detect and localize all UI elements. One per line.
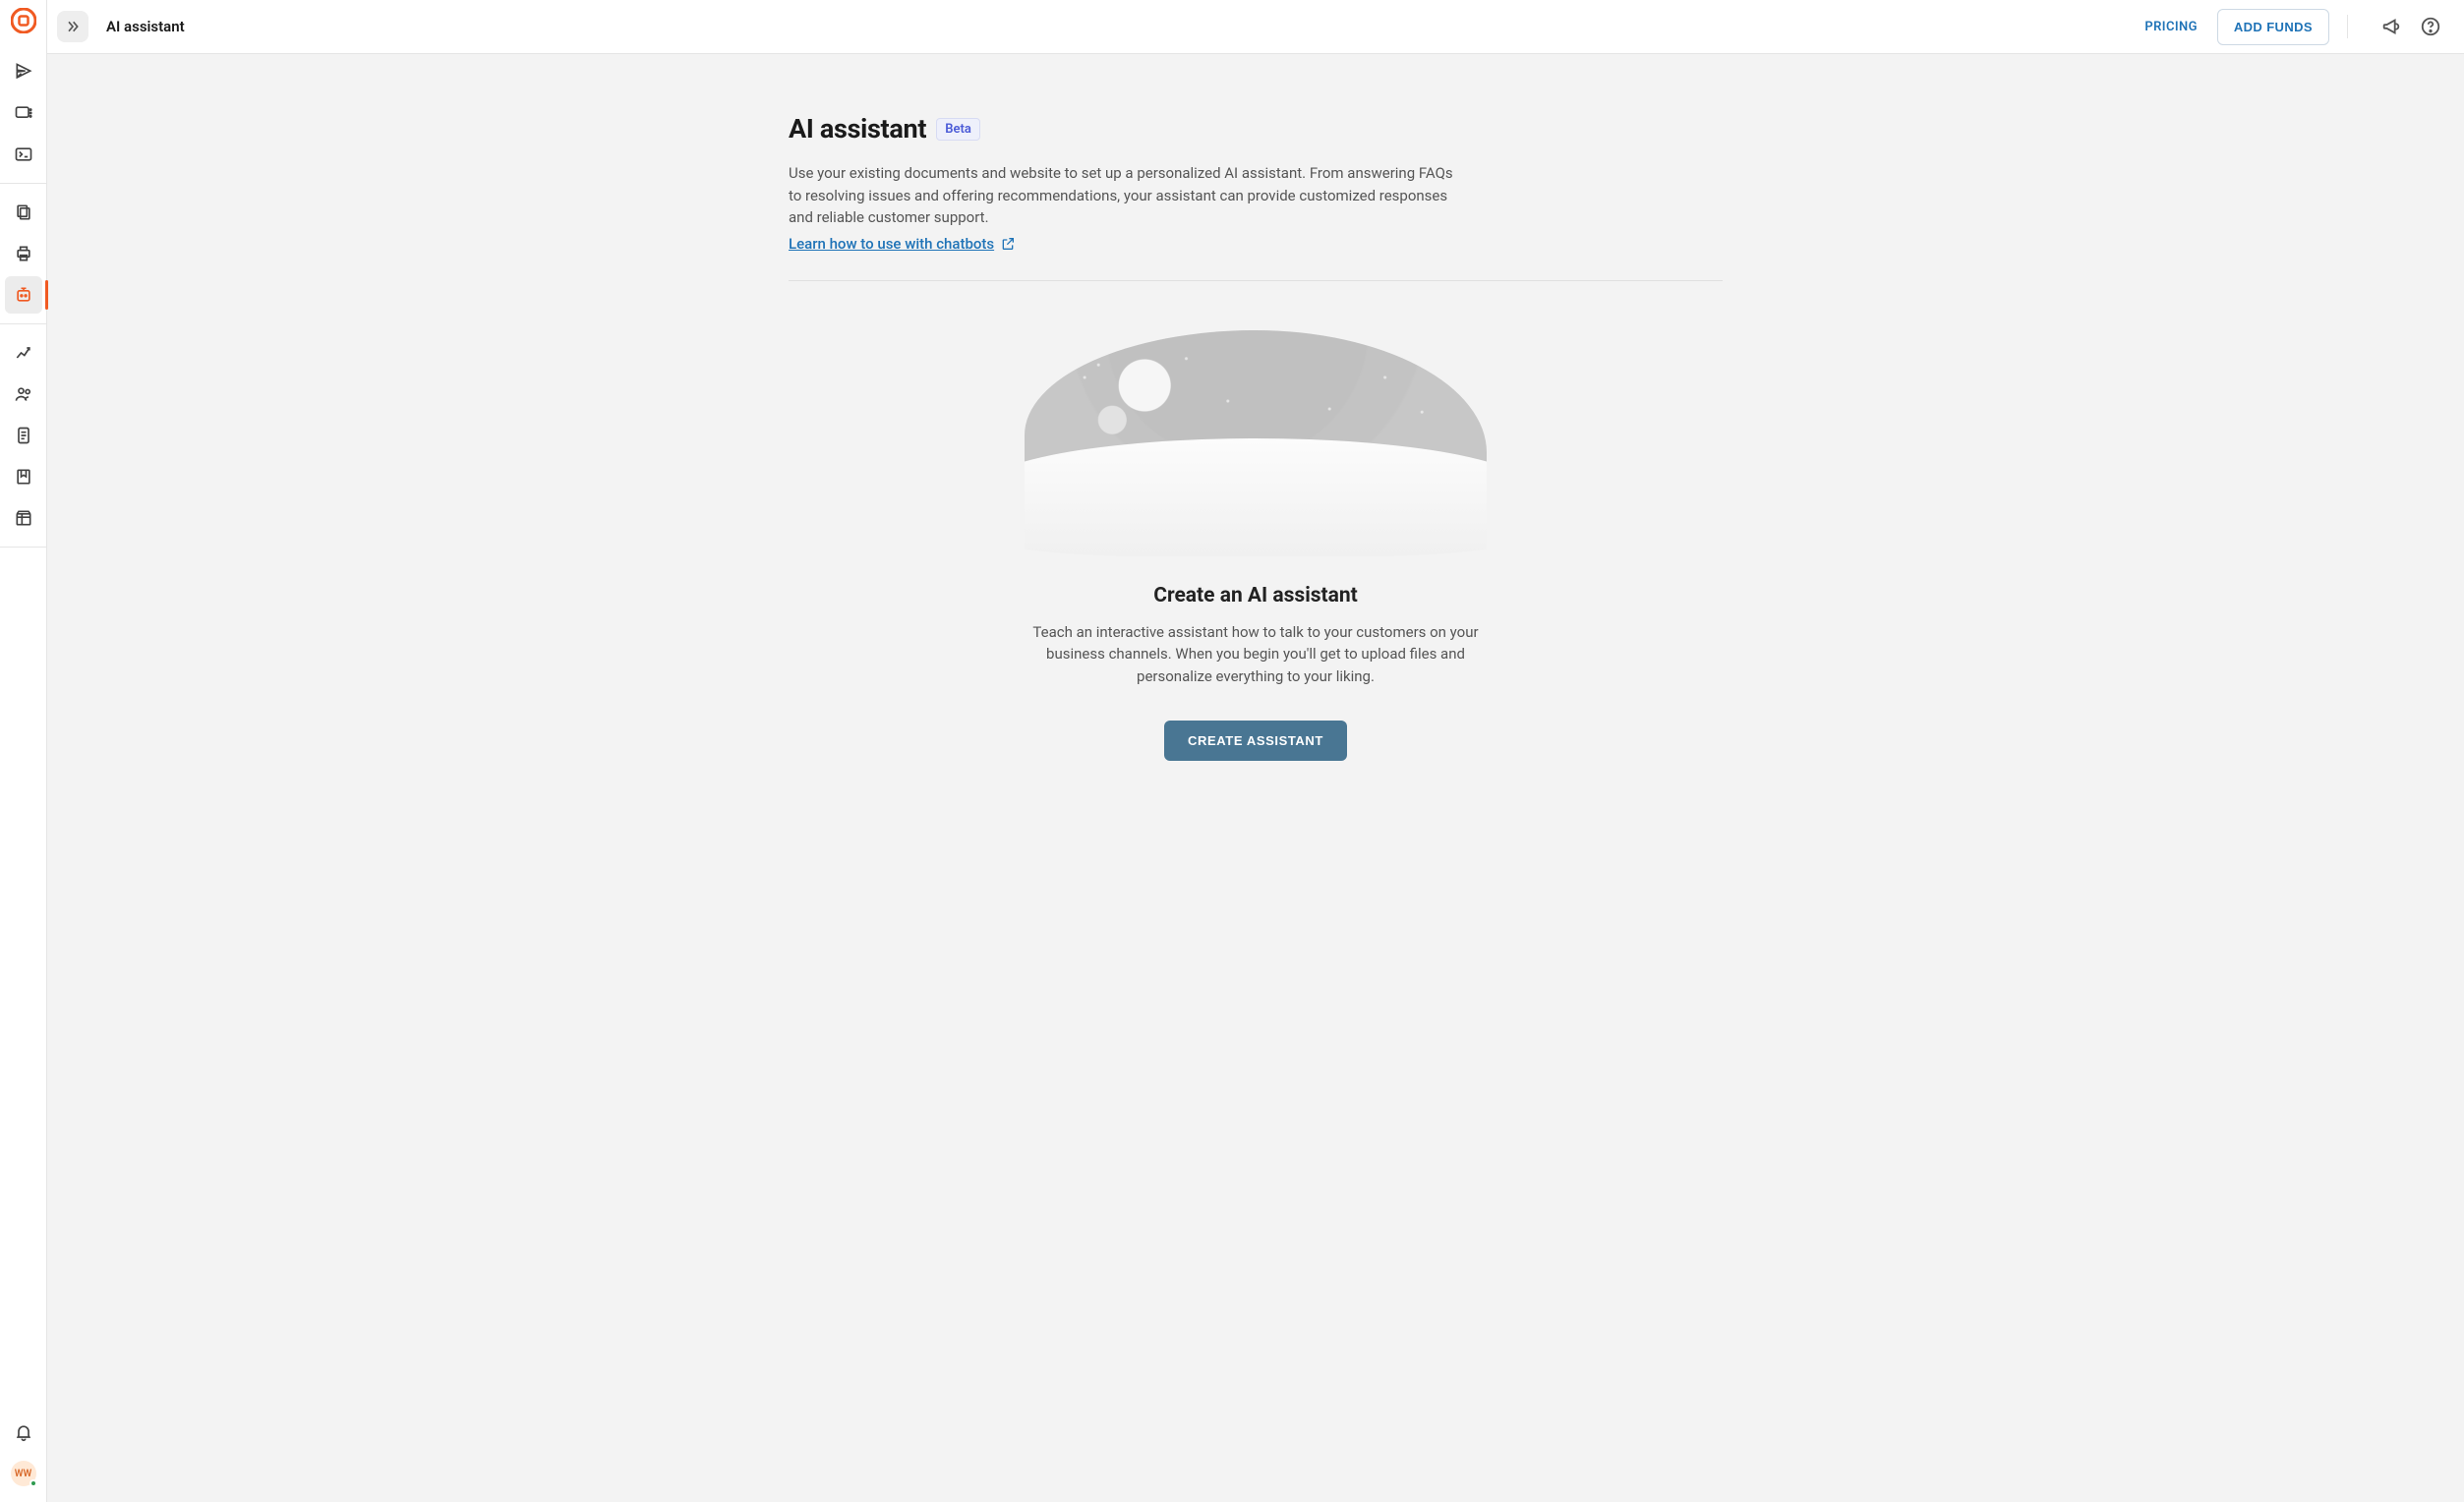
header: AI assistant PRICING ADD FUNDS	[47, 0, 2464, 54]
content-divider	[789, 280, 1723, 281]
app-logo[interactable]	[11, 8, 36, 33]
add-funds-button[interactable]: ADD FUNDS	[2217, 9, 2329, 45]
announcements-button[interactable]	[2377, 13, 2405, 40]
pricing-link[interactable]: PRICING	[2131, 10, 2210, 44]
sidebar-item-print[interactable]	[5, 235, 42, 272]
user-avatar[interactable]: WW	[11, 1461, 36, 1486]
help-circle-icon	[2420, 16, 2441, 37]
avatar-initials: WW	[15, 1469, 32, 1479]
external-link-icon	[1000, 236, 1016, 252]
sidebar-item-team[interactable]	[5, 376, 42, 413]
sidebar-item-inbox[interactable]	[5, 94, 42, 132]
sidebar-item-bookmark[interactable]	[5, 458, 42, 495]
sidebar-item-grid[interactable]	[5, 499, 42, 537]
header-separator	[2347, 15, 2348, 38]
empty-state-description: Teach an interactive assistant how to ta…	[1029, 621, 1482, 688]
sidebar-item-document[interactable]	[5, 417, 42, 454]
help-button[interactable]	[2417, 13, 2444, 40]
sidebar-item-folders[interactable]	[5, 194, 42, 231]
sidebar-item-notifications[interactable]	[5, 1414, 42, 1451]
status-online-indicator	[29, 1479, 37, 1487]
sidebar-divider	[0, 547, 46, 548]
megaphone-icon	[2380, 16, 2402, 37]
learn-more-link-text: Learn how to use with chatbots	[789, 235, 994, 253]
create-assistant-button[interactable]: CREATE ASSISTANT	[1164, 721, 1347, 761]
beta-badge: Beta	[936, 118, 980, 141]
page-heading: AI assistant Beta	[789, 113, 1723, 144]
sidebar-item-ai-assistant[interactable]	[5, 276, 42, 314]
empty-state-illustration	[1025, 330, 1487, 556]
empty-state-title: Create an AI assistant	[1153, 584, 1358, 607]
header-title: AI assistant	[106, 18, 185, 35]
learn-more-link[interactable]: Learn how to use with chatbots	[789, 235, 1016, 253]
sidebar: WW	[0, 0, 47, 1502]
sidebar-item-analytics[interactable]	[5, 334, 42, 372]
page-title: AI assistant	[789, 113, 926, 144]
sidebar-expand-button[interactable]	[57, 11, 88, 42]
sidebar-item-terminal[interactable]	[5, 136, 42, 173]
content-area: AI assistant Beta Use your existing docu…	[47, 54, 2464, 1502]
sidebar-item-send[interactable]	[5, 53, 42, 90]
empty-state: Create an AI assistant Teach an interact…	[789, 330, 1723, 762]
sidebar-divider	[0, 323, 46, 324]
sidebar-divider	[0, 183, 46, 184]
chevron-double-right-icon	[65, 19, 81, 34]
page-description: Use your existing documents and website …	[789, 162, 1457, 229]
